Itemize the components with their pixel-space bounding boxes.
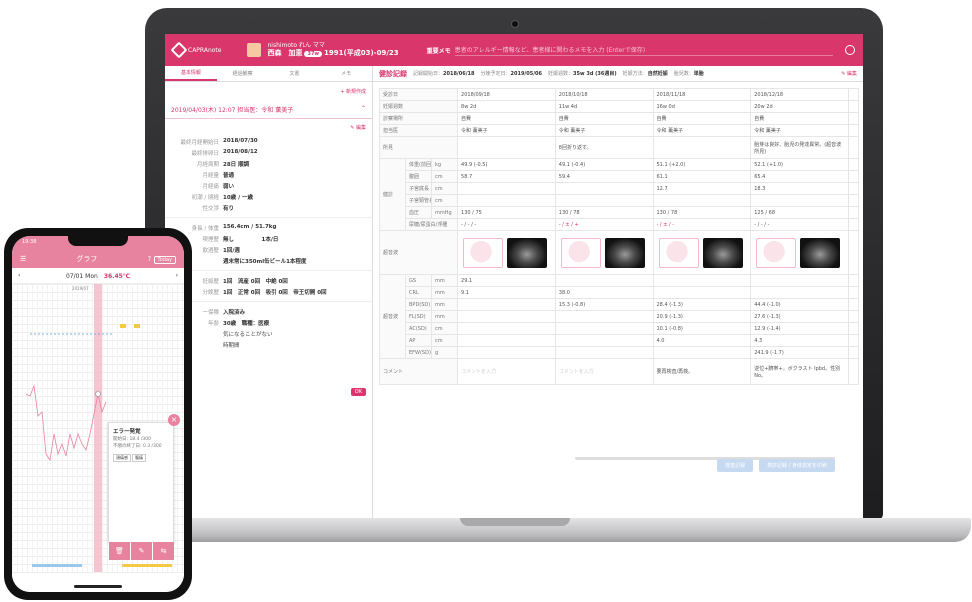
avatar [247,43,262,57]
body-temperature: 36.45℃ [103,273,131,280]
app-header: CAPRAnote nishimoto れん ママ 西森 加恵 37w 1991(平… [165,34,863,66]
laptop: CAPRAnote nishimoto れん ママ 西森 加恵 37w 1991(平… [145,8,883,520]
memo-label: 重要メモ [426,47,451,55]
app-logo[interactable]: CAPRAnote [170,41,222,59]
ultrasound-image[interactable] [604,237,645,268]
ok-button[interactable]: OK [350,388,366,396]
fetus-illustration-icon [463,237,504,268]
ultrasound-cell[interactable] [457,230,556,275]
fetus-illustration-icon [658,237,699,268]
swap-icon[interactable]: ⇆ [152,542,174,560]
next-day-icon[interactable]: › [176,272,178,279]
ultrasound-image[interactable] [800,237,841,268]
event-popup: エラー発覚 開始日: 18.4 /300 不順の終了日: 0.3 /300 頭痛… [108,422,174,544]
fetus-illustration-icon [560,237,601,268]
patient-dob: 1991(平成03)-09/23 [324,49,399,58]
patient-pane: 基本情報 経過観察 文書 メモ + 新規作成 2019/04/03(木) 12:… [165,66,373,520]
help-icon[interactable]: ? [148,255,152,263]
date-nav: ‹ 07/01 Mon 36.45℃ › [12,268,184,284]
phone-screen: 19:38 ☰ グラフ ? Today ‹ 07/01 Mon 36.45℃ ›… [12,236,184,592]
body-info: 身長 / 体重 156.4cm / 51.7kg 喫煙歴 無し 1本/日 飲酒歴 1回… [191,223,307,265]
delete-icon[interactable]: 🗑 [108,542,130,560]
phone-title: グラフ [76,255,98,263]
edit-icon[interactable]: ✎ [130,542,152,560]
records-header: 健診記録 記録開始日：2018/06/18 分娩予定日：2019/05/06 妊… [373,66,863,82]
tab-memo[interactable]: メモ [320,66,372,81]
camera [511,20,519,28]
phone-nav-bar: ☰ グラフ ? Today [12,250,184,268]
tab-basic[interactable]: 基本情報 [165,66,217,81]
prev-day-icon[interactable]: ‹ [18,272,20,279]
ultrasound-cell[interactable] [750,230,849,275]
popup-actions: 🗑 ✎ ⇆ [108,542,174,560]
close-icon[interactable]: × [168,414,180,426]
clock: 19:38 [22,239,37,245]
tab-bar: 基本情報 経過観察 文書 メモ [165,66,372,82]
patient-name: 西森 加恵 [267,49,303,58]
app-name: CAPRAnote [188,46,222,54]
visit-header[interactable]: 2019/04/03(木) 12:07 担当医：令和 薫美子 ⌃ [165,101,372,119]
patient-info: nishimoto れん ママ 西森 加恵 37w 1991(平成03)-09/23 [267,42,399,59]
phone-bottom-bar [12,572,184,592]
ultrasound-image[interactable] [507,237,548,268]
laptop-screen: CAPRAnote nishimoto れん ママ 西森 加恵 37w 1991(平… [165,34,863,520]
today-button[interactable]: Today [153,256,176,264]
records-table: 受診日 2018/09/18 2018/10/18 2018/11/18 2018/12… [378,88,859,385]
settings-icon[interactable] [845,45,855,55]
temperature-chart[interactable]: 2019/07 エラー発覚 開始日: 18.4 /300 不順の終了日: 0.3… [12,284,184,576]
phone-notch [68,236,128,246]
popup-title: エラー発覚 [113,429,141,435]
home-indicator[interactable] [74,585,122,588]
phone: 19:38 ☰ グラフ ? Today ‹ 07/01 Mon 36.45℃ ›… [4,228,192,600]
print-button[interactable]: 検診記録 / 身体測定を印刷 [759,459,835,472]
week-badge: 37w [304,51,323,58]
ultrasound-image[interactable] [702,237,743,268]
edit-button[interactable]: ✎ 編集 [165,119,372,136]
records-edit-button[interactable]: ✎ 編集 [841,70,857,77]
chevron-up-icon: ⌃ [360,105,366,112]
menu-icon[interactable]: ☰ [20,255,26,263]
fetus-illustration-icon [756,237,797,268]
symptom-chip[interactable]: 頭痛感 [113,453,131,462]
symptom-chip[interactable]: 腹痛 [132,453,146,462]
pregnancy-history: 妊娠歴 1回 流産 0回 中絶 0回 分娩歴 1回 正常 0回 吸引 0回 帝王切開… [202,278,327,296]
logo-icon [170,41,188,59]
new-record-button[interactable]: + 新規作成 [165,82,372,101]
other-info: ー保険 入院済み 年齢 30歳 職種：医療 気になることがない 時期間 [202,309,273,349]
current-date: 07/01 Mon [65,273,98,280]
records-title: 健診記録 [379,69,407,78]
tab-documents[interactable]: 文書 [269,66,321,81]
checkup-records: 健診記録 記録開始日：2018/06/18 分娩予定日：2019/05/06 妊… [373,66,863,520]
ultrasound-cell[interactable] [652,230,752,275]
memo-input[interactable]: 患者のアレルギー情報など、患者様に関わるメモを入力 (Enterで保存) [454,45,833,56]
menstrual-info: 最終月経開始日 2018/07/30 最終排卵日 2018/08/12 月経周期 28… [180,137,258,212]
ultrasound-cell[interactable] [554,230,654,275]
exam-record-button[interactable]: 検査記録 [717,459,754,472]
tab-progress[interactable]: 経過観察 [217,66,269,81]
laptop-notch [460,518,570,526]
memo-area: 重要メモ 患者のアレルギー情報など、患者様に関わるメモを入力 (Enterで保存… [427,45,833,56]
